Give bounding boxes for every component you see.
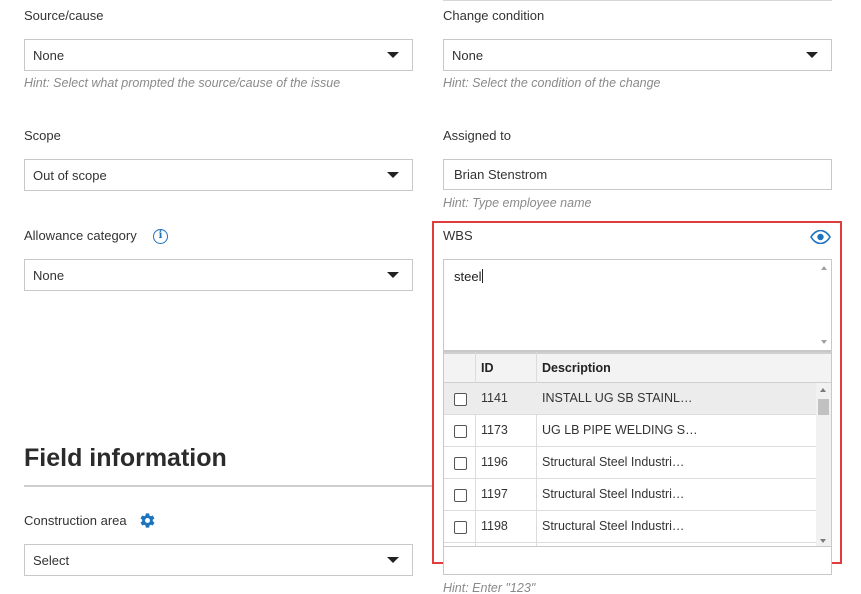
scroll-down-icon[interactable] — [821, 340, 827, 344]
caret-down-icon — [387, 172, 399, 178]
scrollbar-thumb[interactable] — [818, 399, 829, 415]
table-row[interactable]: 1198 Structural Steel Industri… — [444, 511, 816, 543]
row-id: 1196 — [481, 455, 508, 469]
allowance-category-label: Allowance category — [24, 228, 137, 243]
allowance-category-select[interactable]: None — [24, 259, 413, 291]
bottom-input[interactable] — [443, 547, 832, 575]
source-cause-label: Source/cause — [24, 8, 104, 23]
table-row[interactable]: 1173 UG LB PIPE WELDING S… — [444, 415, 816, 447]
row-checkbox[interactable] — [454, 489, 467, 502]
row-id: 1197 — [481, 487, 508, 501]
grid-header: ID Description — [444, 352, 831, 383]
wbs-results-grid: ID Description 1141 INSTALL UG SB STAINL… — [443, 351, 832, 547]
row-id: 1173 — [481, 423, 508, 437]
assigned-to-label: Assigned to — [443, 128, 511, 143]
top-divider — [443, 0, 832, 1]
row-description: UG LB PIPE WELDING S… — [542, 423, 698, 437]
grid-scrollbar[interactable] — [816, 383, 831, 546]
row-description: INSTALL UG SB STAINL… — [542, 391, 693, 405]
row-checkbox[interactable] — [454, 425, 467, 438]
table-row[interactable]: 1141 INSTALL UG SB STAINL… — [444, 383, 816, 415]
bottom-field-hint: Hint: Enter "123" — [443, 581, 536, 594]
row-checkbox[interactable] — [454, 393, 467, 406]
assigned-to-input[interactable]: Brian Stenstrom — [443, 159, 832, 190]
text-cursor — [482, 269, 484, 283]
column-header-description[interactable]: Description — [542, 354, 611, 383]
source-cause-select[interactable]: None — [24, 39, 413, 71]
row-description: Structural Steel Industri… — [542, 487, 685, 501]
scroll-up-icon[interactable] — [820, 388, 826, 392]
caret-down-icon — [387, 52, 399, 58]
table-row[interactable]: 1197 Structural Steel Industri… — [444, 479, 816, 511]
change-condition-select[interactable]: None — [443, 39, 832, 71]
source-cause-hint: Hint: Select what prompted the source/ca… — [24, 76, 341, 90]
textarea-scrollbar[interactable] — [817, 260, 831, 350]
construction-area-select[interactable]: Select — [24, 544, 413, 576]
row-checkbox[interactable] — [454, 457, 467, 470]
caret-down-icon — [387, 557, 399, 563]
assigned-to-value: Brian Stenstrom — [454, 167, 548, 182]
row-id: 1198 — [481, 519, 508, 533]
table-row[interactable]: 1196 Structural Steel Industri… — [444, 447, 816, 479]
scroll-down-icon[interactable] — [820, 539, 826, 543]
row-description: Structural Steel Industri… — [542, 519, 685, 533]
scroll-up-icon[interactable] — [821, 266, 827, 270]
source-cause-value: None — [33, 48, 65, 63]
change-condition-hint: Hint: Select the condition of the change — [443, 76, 661, 90]
wbs-label: WBS — [443, 228, 473, 243]
scope-select[interactable]: Out of scope — [24, 159, 413, 191]
scope-value: Out of scope — [33, 168, 107, 183]
row-checkbox[interactable] — [454, 521, 467, 534]
construction-area-value: Select — [33, 553, 70, 568]
assigned-to-hint: Hint: Type employee name — [443, 196, 592, 210]
row-description: Structural Steel Industri… — [542, 455, 685, 469]
column-header-id[interactable]: ID — [481, 354, 494, 383]
eye-icon[interactable] — [810, 230, 831, 244]
change-condition-label: Change condition — [443, 8, 545, 23]
wbs-search-value: steel — [454, 269, 484, 284]
caret-down-icon — [806, 52, 818, 58]
scope-label: Scope — [24, 128, 61, 143]
section-title: Field information — [24, 444, 227, 472]
allowance-category-value: None — [33, 268, 65, 283]
caret-down-icon — [387, 272, 399, 278]
gear-icon[interactable] — [139, 512, 156, 529]
row-id: 1141 — [481, 391, 508, 405]
wbs-search-textarea[interactable]: steel — [443, 259, 832, 351]
info-icon[interactable]: i — [153, 229, 168, 244]
section-divider — [24, 485, 432, 487]
construction-area-label: Construction area — [24, 513, 127, 528]
change-condition-value: None — [452, 48, 484, 63]
